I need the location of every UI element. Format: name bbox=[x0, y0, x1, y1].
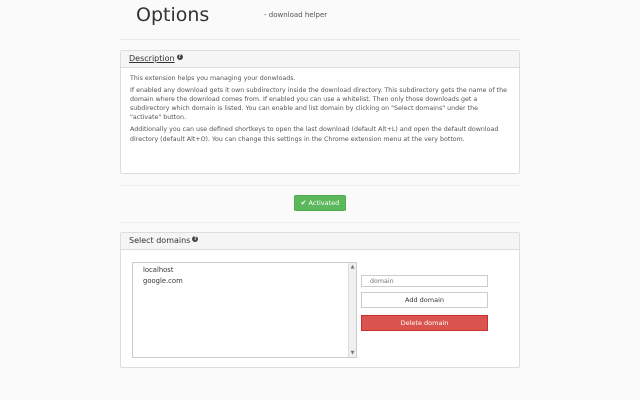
scroll-up-arrow-icon[interactable]: ▲ bbox=[349, 263, 356, 271]
domain-input[interactable] bbox=[361, 275, 488, 287]
delete-domain-button[interactable]: Delete domain bbox=[361, 315, 488, 331]
description-heading: Description? bbox=[121, 51, 519, 68]
description-body: This extension helps you managing your d… bbox=[121, 68, 519, 153]
divider bbox=[120, 222, 520, 223]
description-paragraph: This extension helps you managing your d… bbox=[130, 75, 296, 82]
description-paragraph: Additionally you can use defined shortke… bbox=[130, 126, 499, 143]
scroll-down-arrow-icon[interactable]: ▼ bbox=[349, 349, 356, 357]
description-heading-label[interactable]: Description bbox=[129, 54, 175, 63]
add-domain-button[interactable]: Add domain bbox=[361, 292, 488, 308]
domain-listbox[interactable]: localhost google.com ▲ ▼ bbox=[132, 262, 357, 358]
page-header: Options - download helper bbox=[120, 0, 520, 40]
select-domains-heading-label: Select domains bbox=[129, 236, 191, 245]
activated-button[interactable]: ✔ Activated bbox=[294, 195, 346, 211]
listbox-scrollbar[interactable]: ▲ ▼ bbox=[348, 263, 356, 357]
select-domains-panel: Select domains? localhost google.com ▲ ▼… bbox=[120, 232, 520, 368]
description-paragraph: If enabled any download gets it own subd… bbox=[130, 87, 507, 122]
question-circle-icon[interactable]: ? bbox=[176, 54, 183, 60]
divider bbox=[120, 185, 520, 186]
page-subtitle: - download helper bbox=[264, 11, 328, 19]
question-circle-icon[interactable]: ? bbox=[192, 236, 199, 242]
description-panel: Description? This extension helps you ma… bbox=[120, 50, 520, 174]
check-icon: ✔ bbox=[300, 199, 307, 207]
domain-list-item[interactable]: google.com bbox=[143, 276, 356, 287]
select-domains-heading: Select domains? bbox=[121, 233, 519, 250]
page-title: Options bbox=[136, 4, 210, 26]
domain-list-item[interactable]: localhost bbox=[143, 265, 356, 276]
activated-label: Activated bbox=[308, 199, 340, 207]
